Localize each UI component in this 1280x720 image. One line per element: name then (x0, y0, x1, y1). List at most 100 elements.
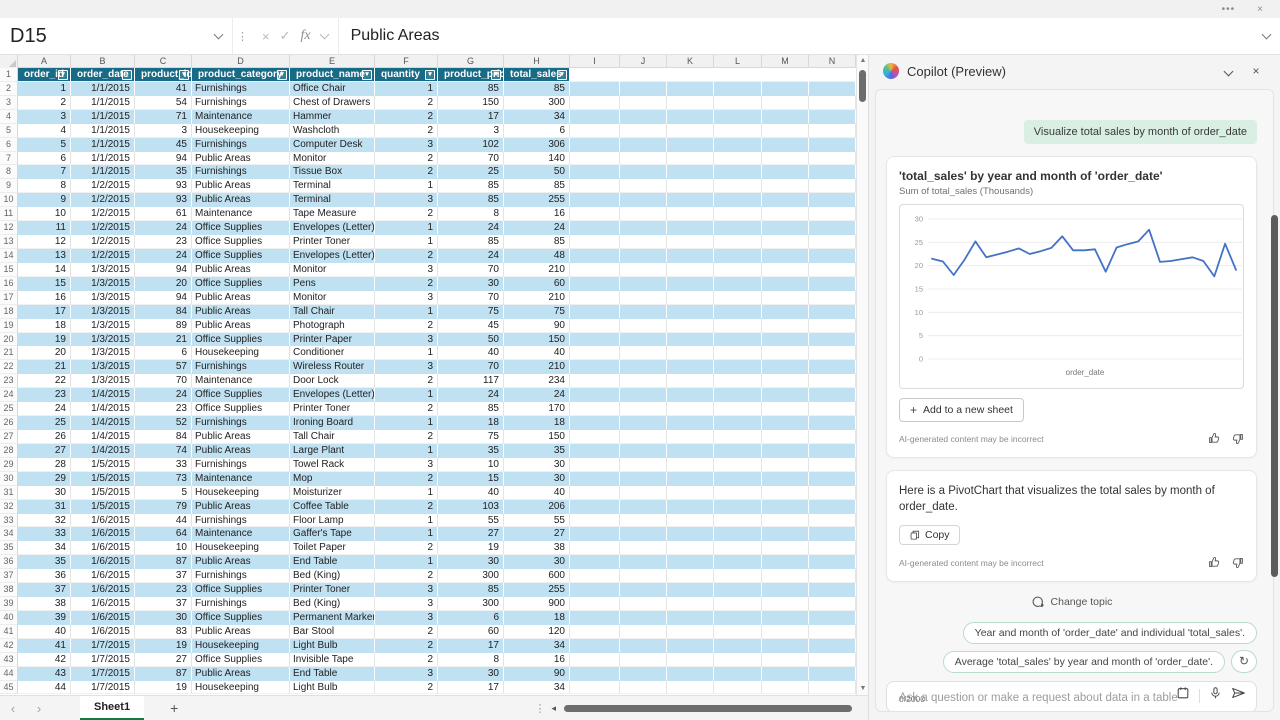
filter-icon[interactable]: ▾ (491, 70, 501, 80)
cell[interactable]: 1/4/2015 (71, 402, 135, 416)
row-number[interactable]: 9 (0, 179, 18, 193)
cell[interactable]: 255 (504, 193, 570, 207)
cell[interactable]: 2 (375, 96, 438, 110)
empty-cell[interactable] (809, 165, 856, 179)
cell[interactable]: 3 (18, 110, 71, 124)
cell[interactable]: 3 (375, 138, 438, 152)
horizontal-scrollbar[interactable] (562, 704, 862, 713)
empty-cell[interactable] (667, 402, 714, 416)
cell[interactable]: 2 (375, 402, 438, 416)
empty-cell[interactable] (570, 165, 620, 179)
empty-cell[interactable] (762, 486, 809, 500)
empty-cell[interactable] (714, 667, 762, 681)
empty-cell[interactable] (570, 625, 620, 639)
empty-cell[interactable] (762, 110, 809, 124)
empty-cell[interactable] (762, 235, 809, 249)
row-number[interactable]: 22 (0, 360, 18, 374)
empty-cell[interactable] (667, 639, 714, 653)
cell[interactable]: 34 (504, 639, 570, 653)
empty-cell[interactable] (762, 458, 809, 472)
empty-cell[interactable] (809, 68, 856, 82)
copy-button[interactable]: Copy (899, 525, 960, 545)
empty-cell[interactable] (667, 514, 714, 528)
cell[interactable]: Office Supplies (192, 583, 290, 597)
cell[interactable]: 60 (504, 277, 570, 291)
empty-cell[interactable] (762, 221, 809, 235)
row-number[interactable]: 35 (0, 541, 18, 555)
empty-cell[interactable] (762, 305, 809, 319)
cell[interactable]: 1/3/2015 (71, 277, 135, 291)
empty-cell[interactable] (667, 96, 714, 110)
cell[interactable]: 2 (375, 124, 438, 138)
cell[interactable]: Office Supplies (192, 249, 290, 263)
empty-cell[interactable] (762, 527, 809, 541)
cell[interactable]: 30 (438, 555, 504, 569)
empty-cell[interactable] (762, 653, 809, 667)
filter-icon[interactable]: ▾ (277, 70, 287, 80)
cell[interactable]: Envelopes (Letter) (290, 221, 375, 235)
empty-cell[interactable] (570, 402, 620, 416)
empty-cell[interactable] (667, 541, 714, 555)
empty-cell[interactable] (620, 416, 667, 430)
empty-cell[interactable] (620, 472, 667, 486)
empty-cell[interactable] (809, 263, 856, 277)
empty-cell[interactable] (809, 152, 856, 166)
cell[interactable]: 85 (504, 235, 570, 249)
column-header-L[interactable]: L (714, 55, 762, 67)
empty-cell[interactable] (570, 138, 620, 152)
empty-cell[interactable] (667, 360, 714, 374)
cell[interactable]: 1/3/2015 (71, 319, 135, 333)
add-sheet-button[interactable]: + (170, 700, 178, 716)
cell[interactable]: 85 (438, 583, 504, 597)
empty-cell[interactable] (620, 500, 667, 514)
cell[interactable]: 74 (135, 444, 192, 458)
cell[interactable]: 9 (18, 193, 71, 207)
cell[interactable]: 2 (375, 500, 438, 514)
empty-cell[interactable] (809, 597, 856, 611)
cell[interactable]: 1/4/2015 (71, 388, 135, 402)
empty-cell[interactable] (620, 444, 667, 458)
empty-cell[interactable] (667, 667, 714, 681)
cell[interactable]: 306 (504, 138, 570, 152)
cell[interactable]: 52 (135, 416, 192, 430)
empty-cell[interactable] (570, 360, 620, 374)
cell[interactable]: 3 (375, 193, 438, 207)
cell[interactable]: 1/1/2015 (71, 165, 135, 179)
cell[interactable]: Furnishings (192, 82, 290, 96)
cell[interactable]: 18 (504, 611, 570, 625)
cell[interactable]: 85 (504, 179, 570, 193)
empty-cell[interactable] (620, 193, 667, 207)
cell[interactable]: 1/1/2015 (71, 124, 135, 138)
cell[interactable]: Maintenance (192, 207, 290, 221)
cell[interactable]: 5 (135, 486, 192, 500)
cell[interactable]: 1/3/2015 (71, 333, 135, 347)
empty-cell[interactable] (667, 207, 714, 221)
empty-cell[interactable] (714, 653, 762, 667)
empty-cell[interactable] (809, 110, 856, 124)
empty-cell[interactable] (620, 333, 667, 347)
column-header-E[interactable]: E (290, 55, 375, 67)
cell[interactable]: Public Areas (192, 305, 290, 319)
cell[interactable]: 54 (135, 96, 192, 110)
thumbs-up-icon[interactable] (1208, 556, 1221, 569)
cell[interactable]: 234 (504, 374, 570, 388)
cell[interactable]: 2 (375, 374, 438, 388)
empty-cell[interactable] (714, 569, 762, 583)
empty-cell[interactable] (809, 555, 856, 569)
empty-cell[interactable] (667, 179, 714, 193)
empty-cell[interactable] (620, 235, 667, 249)
cell[interactable]: Photograph (290, 319, 375, 333)
filter-icon[interactable]: ▾ (362, 70, 372, 80)
empty-cell[interactable] (570, 291, 620, 305)
empty-cell[interactable] (620, 249, 667, 263)
cell[interactable]: Bar Stool (290, 625, 375, 639)
empty-cell[interactable] (762, 291, 809, 305)
cell[interactable]: 21 (18, 360, 71, 374)
cell[interactable]: Office Supplies (192, 221, 290, 235)
cell[interactable]: 70 (438, 263, 504, 277)
empty-cell[interactable] (714, 333, 762, 347)
empty-cell[interactable] (667, 152, 714, 166)
empty-cell[interactable] (620, 305, 667, 319)
cell[interactable]: 8 (18, 179, 71, 193)
row-number[interactable]: 37 (0, 569, 18, 583)
